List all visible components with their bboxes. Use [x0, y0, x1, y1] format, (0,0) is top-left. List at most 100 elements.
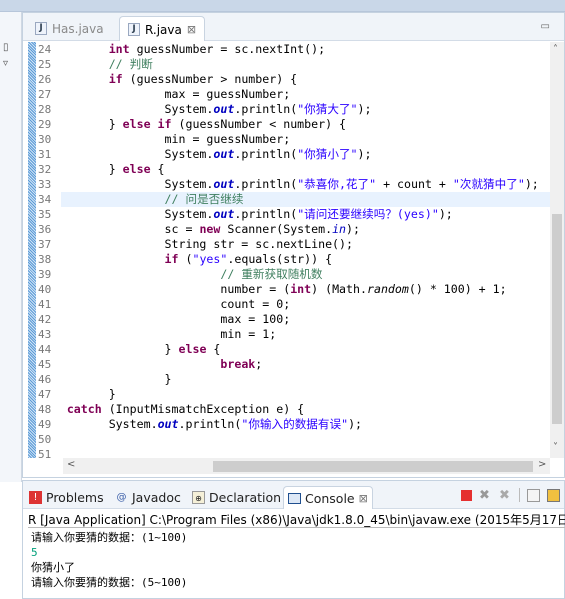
code-text: ); [438, 207, 453, 221]
code-text: .equals(str)) { [227, 252, 333, 266]
tab-problems[interactable]: ! Problems [25, 486, 108, 509]
scroll-up-icon[interactable]: ˄ [553, 44, 558, 55]
scroll-left-icon[interactable]: < [67, 459, 75, 470]
scroll-lock-icon[interactable] [547, 488, 560, 502]
code-area[interactable]: int guessNumber = sc.nextInt(); // 判断 if… [61, 42, 551, 458]
tab-r-java[interactable]: J R.java ⊠ [119, 16, 206, 41]
tab-label: Javadoc [132, 490, 181, 505]
console-output[interactable]: 请输入你要猜的数据：(1~100) 5 你猜小了 请输入你要猜的数据：(5~100) [31, 530, 187, 590]
code-line[interactable]: } else { [61, 162, 551, 177]
code-line[interactable]: count = 0; [61, 297, 551, 312]
code-text: guessNumber = sc.nextInt(); [129, 42, 326, 56]
code-line[interactable]: System.out.println("你猜大了"); [61, 102, 551, 117]
tab-console[interactable]: Console ⊠ [283, 486, 373, 509]
string-literal: "请问还要继续吗？(yes)" [297, 207, 439, 221]
tab-declaration[interactable]: ⊕ Declaration [188, 486, 285, 509]
code-text: .println( [234, 207, 298, 221]
vertical-scroll-thumb[interactable] [552, 214, 562, 424]
code-line[interactable]: min = 1; [61, 327, 551, 342]
scroll-down-icon[interactable]: ˅ [553, 442, 558, 453]
code-line[interactable]: System.out.println("你输入的数据有误"); [61, 417, 551, 432]
code-text: .println( [234, 177, 298, 191]
code-line[interactable]: } [61, 387, 551, 402]
code-line[interactable]: // 判断 [61, 57, 551, 72]
line-number: 50 [38, 433, 52, 446]
horizontal-scrollbar[interactable]: < > [63, 458, 550, 474]
close-tab-icon[interactable]: ⊠ [187, 23, 196, 36]
code-line[interactable]: System.out.println("恭喜你,花了" + count + "次… [61, 177, 551, 192]
code-line[interactable]: } [61, 432, 551, 447]
code-text: ( [178, 252, 193, 266]
code-line[interactable]: number = (int) (Math.random() * 100) + 1… [61, 282, 551, 297]
code-line[interactable]: max = guessNumber; [61, 87, 551, 102]
code-line[interactable]: } catch (InputMismatchException e) { [61, 402, 551, 417]
code-line[interactable]: if (guessNumber > number) { [61, 72, 551, 87]
close-tab-icon[interactable]: ⊠ [359, 492, 368, 505]
line-numbers: 24 25 26 27 28 29 30 31 32 33 34 35 36 37 38 39 40 41 42 43… [38, 42, 58, 462]
code-line[interactable]: if ("yes".equals(str)) { [61, 252, 551, 267]
java-file-warning-icon: J [128, 23, 140, 36]
line-number: 45 [38, 358, 52, 371]
horizontal-scroll-thumb[interactable] [213, 461, 533, 472]
code-line[interactable]: System.out.println("请问还要继续吗？(yes)"); [61, 207, 551, 222]
remove-all-launches-icon[interactable]: ✖ [499, 489, 512, 502]
remove-launch-icon[interactable]: ✖ [479, 489, 492, 502]
restore-icon[interactable]: ▯ [3, 42, 9, 53]
code-line[interactable]: } [61, 372, 551, 387]
line-number: 26 [38, 73, 52, 86]
keyword: else if [122, 117, 172, 131]
code-text: .println( [178, 417, 242, 431]
code-text: sc = [164, 222, 193, 236]
line-number: 43 [38, 328, 52, 341]
tab-javadoc[interactable]: @ Javadoc [111, 486, 185, 509]
line-number: 51 [38, 448, 52, 461]
code-text: Scanner(System. [220, 222, 333, 236]
line-number: 29 [38, 118, 52, 131]
code-text: } [108, 162, 116, 176]
code-line[interactable]: } else if (guessNumber < number) { [61, 117, 551, 132]
scroll-right-icon[interactable]: > [538, 459, 546, 470]
code-text: .println( [234, 147, 298, 161]
code-text: } [164, 372, 172, 386]
code-text: () * 100) + 1; [408, 282, 507, 296]
line-number: 34 [38, 193, 52, 206]
view-menu-icon[interactable]: ▿ [3, 58, 8, 69]
code-text: String str = sc.nextLine(); [164, 237, 353, 251]
tab-label: Declaration [209, 490, 282, 505]
clear-console-icon[interactable] [527, 488, 540, 502]
code-line[interactable]: // 问是否继续 [61, 192, 551, 207]
keyword: else [122, 162, 151, 176]
code-line[interactable]: int guessNumber = sc.nextInt(); [61, 42, 551, 57]
editor-tabs: J Has.java J R.java ⊠ ▭ [23, 13, 564, 41]
code-line[interactable]: } else { [61, 342, 551, 357]
code-line[interactable]: min = guessNumber; [61, 132, 551, 147]
static-field: in [332, 222, 347, 236]
line-number: 47 [38, 388, 52, 401]
code-text: (InputMismatchException e) { [101, 402, 305, 416]
code-line[interactable] [61, 447, 551, 458]
line-number: 35 [38, 208, 52, 221]
code-line[interactable]: String str = sc.nextLine(); [61, 237, 551, 252]
code-text: } [108, 387, 116, 401]
field: out [157, 417, 179, 431]
panel-tabs: ! Problems @ Javadoc ⊕ Declaration Conso… [23, 481, 564, 509]
line-number: 28 [38, 103, 52, 116]
string-literal: "你猜大了" [297, 102, 358, 116]
vertical-scrollbar[interactable]: ˄ ˅ [550, 42, 564, 458]
line-number: 37 [38, 238, 52, 251]
tab-has-java[interactable]: J Has.java [27, 16, 112, 41]
line-number: 39 [38, 268, 52, 281]
code-line[interactable]: sc = new Scanner(System.in); [61, 222, 551, 237]
code-line[interactable]: // 重新获取随机数 [61, 267, 551, 282]
terminate-icon[interactable] [461, 489, 472, 501]
code-line[interactable]: max = 100; [61, 312, 551, 327]
minimize-icon[interactable]: ▭ [541, 21, 550, 32]
code-line[interactable]: break; [61, 357, 551, 372]
code-text: number = ( [220, 282, 291, 296]
line-number: 24 [38, 43, 52, 56]
code-line[interactable]: System.out.println("你猜小了"); [61, 147, 551, 162]
